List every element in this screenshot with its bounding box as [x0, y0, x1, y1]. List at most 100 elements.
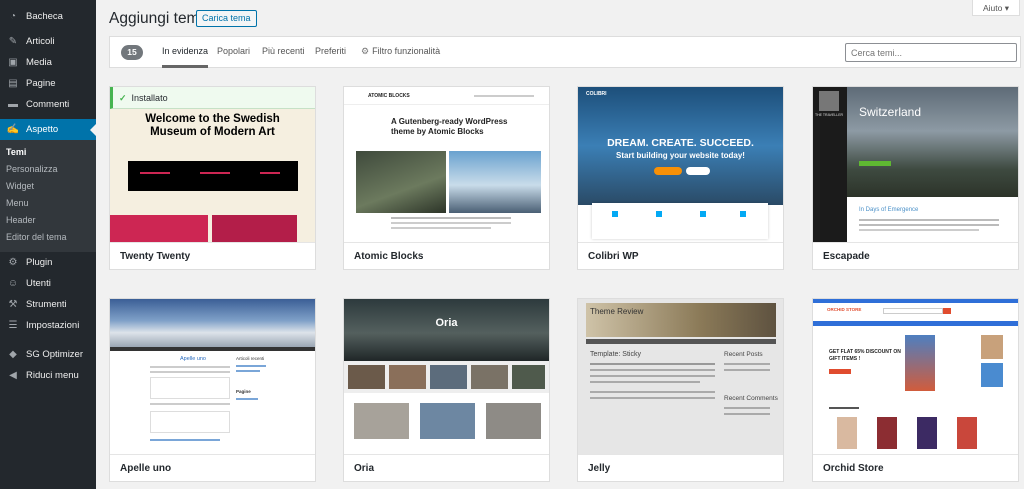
- sidebar-item-label: Riduci menu: [26, 370, 79, 381]
- theme-screenshot: ORCHID STORE GET FLAT 65% DISCOUNT ON GI…: [813, 299, 1018, 454]
- sidebar-item-label: Impostazioni: [26, 320, 80, 331]
- tab-latest[interactable]: Più recenti: [262, 37, 305, 68]
- theme-card-twenty-twenty[interactable]: Welcome to the Swedish Museum of Modern …: [109, 86, 316, 270]
- pin-icon: ✎: [8, 36, 18, 47]
- preview-headline: A Gutenberg-ready WordPress: [391, 117, 508, 126]
- theme-screenshot: ATOMIC BLOCKS A Gutenberg-ready WordPres…: [344, 87, 549, 242]
- tab-featured[interactable]: In evidenza: [162, 37, 209, 68]
- upload-theme-button[interactable]: Carica tema: [196, 10, 257, 27]
- preview-logo: COLIBRI: [586, 91, 607, 97]
- preview-recent-posts: Recent Posts: [724, 351, 763, 358]
- preview-title: Switzerland: [859, 105, 922, 119]
- theme-card-jelly[interactable]: Theme Review Template: Sticky Recent Pos…: [577, 298, 784, 482]
- theme-count-badge: 15: [121, 45, 143, 60]
- installed-label: Installato: [131, 93, 168, 103]
- preview-promo: GIFT ITEMS !: [829, 356, 861, 362]
- preview-headline: Welcome to the Swedish: [145, 113, 280, 125]
- sidebar-item-label: Strumenti: [26, 299, 67, 310]
- settings-icon: ☰: [8, 320, 18, 331]
- sidebar-item-articoli[interactable]: ✎ Articoli: [0, 31, 96, 52]
- theme-card-oria[interactable]: Oria Oria: [343, 298, 550, 482]
- comments-icon: ▬: [8, 99, 18, 110]
- submenu-item-widget[interactable]: Widget: [0, 178, 96, 195]
- admin-sidebar: ◔ Bacheca ✎ Articoli ▣ Media ▤ Pagine ▬ Comme…: [0, 0, 96, 489]
- theme-name: Oria: [344, 454, 549, 481]
- plugin-icon: ⚙: [8, 257, 18, 268]
- sidebar-item-commenti[interactable]: ▬ Commenti: [0, 94, 96, 115]
- gear-icon: ⚙: [361, 46, 370, 56]
- theme-name: Apelle uno: [110, 454, 315, 481]
- preview-logo: THE TRAVELLER: [815, 113, 844, 117]
- submenu-item-temi[interactable]: Temi: [0, 144, 96, 161]
- theme-card-orchid-store[interactable]: ORCHID STORE GET FLAT 65% DISCOUNT ON GI…: [812, 298, 1019, 482]
- sidebar-item-impostazioni[interactable]: ☰ Impostazioni: [0, 315, 96, 336]
- sidebar-item-pagine[interactable]: ▤ Pagine: [0, 73, 96, 94]
- submenu-item-editor[interactable]: Editor del tema: [0, 229, 96, 246]
- media-icon: ▣: [8, 57, 18, 68]
- theme-card-colibri-wp[interactable]: COLIBRI DREAM. CREATE. SUCCEED. Start bu…: [577, 86, 784, 270]
- tab-favorites[interactable]: Preferiti: [315, 37, 346, 68]
- theme-name: Colibri WP: [578, 242, 783, 269]
- collapse-icon: ◀: [9, 370, 17, 381]
- submenu-item-header[interactable]: Header: [0, 212, 96, 229]
- preview-subheadline: Start building your website today!: [616, 151, 745, 160]
- sidebar-item-label: Pagine: [26, 78, 56, 89]
- theme-name: Twenty Twenty: [110, 242, 315, 269]
- sidebar-item-label: SG Optimizer: [26, 349, 84, 360]
- sidebar-item-label: Media: [26, 57, 52, 68]
- feature-filter-button[interactable]: ⚙ Filtro funzionalità: [361, 37, 440, 68]
- preview-headline: DREAM. CREATE. SUCCEED.: [607, 137, 754, 149]
- theme-screenshot: Welcome to the Swedish Museum of Modern …: [110, 87, 315, 242]
- page-title: Aggiungi temi: [109, 10, 203, 27]
- sidebar-item-utenti[interactable]: ☺ Utenti: [0, 273, 96, 294]
- sidebar-item-strumenti[interactable]: ⚒ Strumenti: [0, 294, 96, 315]
- theme-screenshot: Apelle uno Articoli recenti Pagine: [110, 299, 315, 454]
- sidebar-item-label: Aspetto: [26, 124, 59, 135]
- sidebar-item-aspetto[interactable]: ✍ Aspetto: [0, 119, 96, 140]
- submenu-item-personalizza[interactable]: Personalizza: [0, 161, 96, 178]
- help-button[interactable]: Aiuto ▾: [972, 0, 1020, 16]
- search-themes-input[interactable]: [845, 43, 1017, 62]
- theme-card-apelle-uno[interactable]: Apelle uno Articoli recenti Pagine Apell…: [109, 298, 316, 482]
- preview-sidebar-title: Articoli recenti: [236, 356, 265, 361]
- sidebar-item-label: Articoli: [26, 36, 55, 47]
- preview-promo: GET FLAT 65% DISCOUNT ON: [829, 349, 901, 355]
- theme-screenshot: COLIBRI DREAM. CREATE. SUCCEED. Start bu…: [578, 87, 783, 242]
- preview-logo: ATOMIC BLOCKS: [368, 93, 410, 99]
- preview-sidebar-section: Pagine: [236, 389, 251, 394]
- preview-recent-comments: Recent Comments: [724, 395, 778, 402]
- theme-name: Orchid Store: [813, 454, 1018, 481]
- feature-filter-label: Filtro funzionalità: [372, 46, 441, 56]
- sidebar-item-riduci-menu[interactable]: ◀ Riduci menu: [0, 365, 96, 386]
- submenu-item-menu[interactable]: Menu: [0, 195, 96, 212]
- sg-optimizer-icon: ◆: [9, 349, 17, 360]
- theme-screenshot: THE TRAVELLER Switzerland In Days of Eme…: [813, 87, 1018, 242]
- preview-post-title: Apelle uno: [180, 356, 206, 362]
- theme-name: Atomic Blocks: [344, 242, 549, 269]
- sidebar-item-label: Commenti: [26, 99, 70, 110]
- theme-name: Escapade: [813, 242, 1018, 269]
- preview-subheading: In Days of Emergence: [859, 207, 919, 213]
- sidebar-item-bacheca[interactable]: ◔ Bacheca: [0, 6, 96, 27]
- theme-screenshot: Oria: [344, 299, 549, 454]
- checkmark-icon: ✓: [119, 93, 127, 103]
- theme-card-escapade[interactable]: THE TRAVELLER Switzerland In Days of Eme…: [812, 86, 1019, 270]
- sidebar-item-plugin[interactable]: ⚙ Plugin: [0, 252, 96, 273]
- preview-logo: Oria: [435, 317, 458, 329]
- theme-card-atomic-blocks[interactable]: ATOMIC BLOCKS A Gutenberg-ready WordPres…: [343, 86, 550, 270]
- sidebar-item-media[interactable]: ▣ Media: [0, 52, 96, 73]
- tab-popular[interactable]: Popolari: [217, 37, 250, 68]
- preview-headline: Museum of Modern Art: [150, 126, 275, 138]
- preview-post-title: Template: Sticky: [590, 351, 641, 358]
- sidebar-item-label: Bacheca: [26, 11, 63, 22]
- preview-header: Theme Review: [590, 307, 644, 316]
- theme-screenshot: Theme Review Template: Sticky Recent Pos…: [578, 299, 783, 454]
- theme-name: Jelly: [578, 454, 783, 481]
- users-icon: ☺: [7, 278, 19, 289]
- installed-notice: ✓ Installato: [110, 87, 315, 109]
- aspetto-submenu: Temi Personalizza Widget Menu Header Edi…: [0, 140, 96, 252]
- brush-icon: ✍: [6, 124, 20, 135]
- sidebar-item-label: Plugin: [26, 257, 53, 268]
- filter-bar: 15 In evidenza Popolari Più recenti Pref…: [109, 36, 1021, 68]
- sidebar-item-sg-optimizer[interactable]: ◆ SG Optimizer: [0, 344, 96, 365]
